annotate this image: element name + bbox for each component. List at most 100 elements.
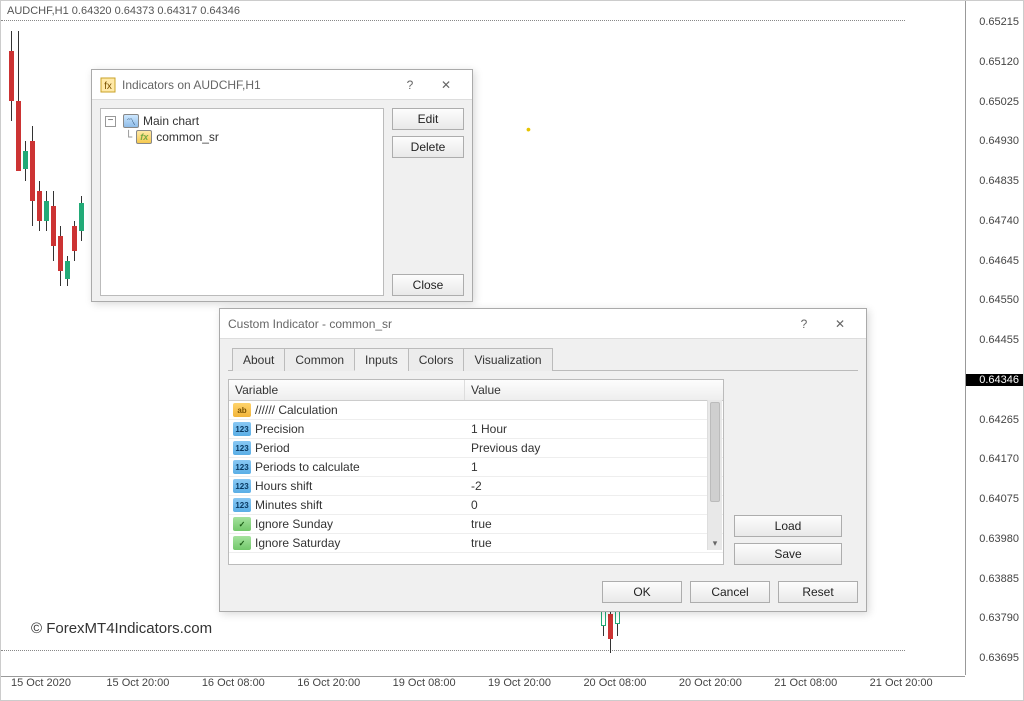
chart-icon: 〽 — [123, 114, 139, 128]
app-icon: fx — [100, 77, 116, 93]
svg-text:fx: fx — [104, 81, 112, 92]
grid-header: Variable Value — [229, 380, 723, 401]
price-tick: 0.64930 — [962, 135, 1019, 147]
time-tick: 20 Oct 20:00 — [679, 677, 774, 700]
grid-row[interactable]: 123 Minutes shift 0 — [229, 496, 723, 515]
variable-name: ////// Calculation — [255, 403, 338, 417]
reset-button[interactable]: Reset — [778, 581, 858, 603]
help-button[interactable]: ? — [786, 312, 822, 336]
variable-name: Ignore Sunday — [255, 517, 333, 531]
time-tick: 19 Oct 20:00 — [488, 677, 583, 700]
marker-dot: • — [526, 121, 532, 127]
grid-row[interactable]: 123Periods to calculate1 — [229, 458, 723, 477]
variable-value[interactable] — [465, 408, 723, 412]
price-axis: 0.652150.651200.650250.649300.648350.647… — [965, 1, 1023, 675]
variable-value[interactable]: -2 — [465, 477, 723, 495]
variable-value[interactable]: 1 — [465, 458, 723, 476]
time-axis: 15 Oct 202015 Oct 20:0016 Oct 08:0016 Oc… — [1, 676, 965, 700]
variable-name: Periods to calculate — [255, 460, 360, 474]
price-tick: 0.65120 — [962, 56, 1019, 68]
price-tick: 0.65215 — [962, 16, 1019, 28]
time-tick: 19 Oct 08:00 — [393, 677, 488, 700]
grid-row[interactable]: 123 Hours shift -2 — [229, 477, 723, 496]
tree-root[interactable]: − 〽 Main chart — [105, 113, 379, 129]
dialog-title-text: Indicators on AUDCHF,H1 — [122, 78, 392, 92]
price-tick: 0.64455 — [962, 334, 1019, 346]
tree-child[interactable]: └ fx common_sr — [105, 129, 379, 145]
type-ab-icon: ab — [233, 403, 251, 417]
type-123-icon: 123 — [233, 422, 251, 436]
ticker-bar: AUDCHF,H1 0.64320 0.64373 0.64317 0.6434… — [5, 5, 242, 17]
close-icon[interactable]: ✕ — [822, 312, 858, 336]
time-tick: 15 Oct 20:00 — [106, 677, 201, 700]
time-tick: 20 Oct 08:00 — [583, 677, 678, 700]
custom-indicator-dialog: Custom Indicator - common_sr ? ✕ AboutCo… — [219, 308, 867, 612]
inputs-grid[interactable]: Variable Value ab ////// Calculation 123 Pr… — [228, 379, 724, 565]
grid-row[interactable]: 123 Precision 1 Hour — [229, 420, 723, 439]
edit-button[interactable]: Edit — [392, 108, 464, 130]
price-tick: 0.63885 — [962, 573, 1019, 585]
delete-button[interactable]: Delete — [392, 136, 464, 158]
price-tick: 0.64075 — [962, 493, 1019, 505]
col-value[interactable]: Value — [465, 380, 723, 400]
tab-common[interactable]: Common — [284, 348, 355, 371]
variable-value[interactable]: 0 — [465, 496, 723, 514]
scrollbar-thumb[interactable] — [710, 402, 720, 502]
copyright-label: © ForexMT4Indicators.com — [31, 620, 212, 637]
price-tick: 0.64346 — [966, 374, 1023, 386]
variable-name: Ignore Saturday — [255, 536, 340, 550]
save-button[interactable]: Save — [734, 543, 842, 565]
ok-button[interactable]: OK — [602, 581, 682, 603]
tree-root-label: Main chart — [143, 114, 199, 128]
price-tick: 0.64740 — [962, 215, 1019, 227]
dialog-titlebar[interactable]: fx Indicators on AUDCHF,H1 ? ✕ — [92, 70, 472, 100]
indicator-tree[interactable]: − 〽 Main chart └ fx common_sr — [100, 108, 384, 296]
type-123-icon: 123 — [233, 441, 251, 455]
close-icon[interactable]: ✕ — [428, 73, 464, 97]
cancel-button[interactable]: Cancel — [690, 581, 770, 603]
dialog-title-text: Custom Indicator - common_sr — [228, 317, 786, 331]
time-tick: 21 Oct 20:00 — [870, 677, 965, 700]
type-bool-icon: ✓ — [233, 536, 251, 550]
time-tick: 16 Oct 20:00 — [297, 677, 392, 700]
dialog-titlebar[interactable]: Custom Indicator - common_sr ? ✕ — [220, 309, 866, 339]
time-tick: 21 Oct 08:00 — [774, 677, 869, 700]
col-variable[interactable]: Variable — [229, 380, 465, 400]
grid-row[interactable]: ✓ Ignore Sunday true — [229, 515, 723, 534]
price-tick: 0.64645 — [962, 255, 1019, 267]
variable-name: Period — [255, 441, 290, 455]
scroll-down-icon[interactable]: ▾ — [708, 536, 722, 550]
variable-name: Minutes shift — [255, 498, 322, 512]
type-123-icon: 123 — [233, 498, 251, 512]
time-tick: 16 Oct 08:00 — [202, 677, 297, 700]
variable-value[interactable]: true — [465, 515, 723, 533]
type-bool-icon: ✓ — [233, 517, 251, 531]
load-button[interactable]: Load — [734, 515, 842, 537]
grid-row[interactable]: ab ////// Calculation — [229, 401, 723, 420]
scrollbar[interactable]: ▾ — [707, 400, 722, 550]
variable-value[interactable]: 1 Hour — [465, 420, 723, 438]
price-tick: 0.65025 — [962, 96, 1019, 108]
indicator-icon: fx — [136, 130, 152, 144]
tab-inputs[interactable]: Inputs — [354, 348, 409, 371]
tab-colors[interactable]: Colors — [408, 348, 465, 371]
grid-row[interactable]: 123 Period Previous day — [229, 439, 723, 458]
price-tick: 0.63790 — [962, 612, 1019, 624]
variable-name: Precision — [255, 422, 304, 436]
variable-name: Hours shift — [255, 479, 312, 493]
expand-icon[interactable]: − — [105, 116, 116, 127]
help-button[interactable]: ? — [392, 73, 428, 97]
tab-strip: AboutCommonInputsColorsVisualization — [228, 347, 858, 371]
close-button[interactable]: Close — [392, 274, 464, 296]
price-tick: 0.64265 — [962, 414, 1019, 426]
tab-visualization[interactable]: Visualization — [463, 348, 552, 371]
tree-child-label: common_sr — [156, 130, 219, 144]
variable-value[interactable]: true — [465, 534, 723, 552]
tree-connector: └ — [125, 130, 132, 144]
grid-row[interactable]: ✓ Ignore Saturday true — [229, 534, 723, 553]
variable-value[interactable]: Previous day — [465, 439, 723, 457]
price-tick: 0.64170 — [962, 453, 1019, 465]
type-123-icon: 123 — [233, 479, 251, 493]
tab-about[interactable]: About — [232, 348, 285, 371]
indicators-dialog: fx Indicators on AUDCHF,H1 ? ✕ − 〽 Main … — [91, 69, 473, 302]
